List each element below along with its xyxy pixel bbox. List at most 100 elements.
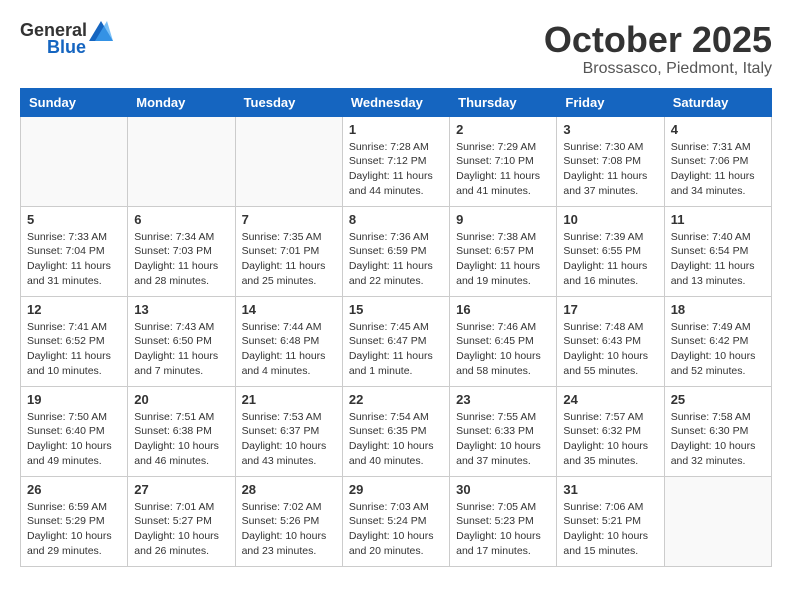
- week-row-4: 19Sunrise: 7:50 AMSunset: 6:40 PMDayligh…: [21, 386, 772, 476]
- day-info: Sunrise: 7:31 AMSunset: 7:06 PMDaylight:…: [671, 140, 765, 199]
- day-info: Sunrise: 7:34 AMSunset: 7:03 PMDaylight:…: [134, 230, 228, 289]
- day-number: 10: [563, 212, 657, 227]
- weekday-header-friday: Friday: [557, 88, 664, 116]
- day-info: Sunrise: 7:51 AMSunset: 6:38 PMDaylight:…: [134, 410, 228, 469]
- calendar-cell: 12 Sunrise: 7:41 AMSunset: 6:52 PMDayligh…: [21, 296, 128, 386]
- calendar-cell: 10 Sunrise: 7:39 AMSunset: 6:55 PMDayligh…: [557, 206, 664, 296]
- calendar-cell: 26 Sunrise: 6:59 AMSunset: 5:29 PMDayligh…: [21, 476, 128, 566]
- day-number: 2: [456, 122, 550, 137]
- calendar-cell: 5Sunrise: 7:33 AMSunset: 7:04 PMDaylight…: [21, 206, 128, 296]
- calendar-cell: 7 Sunrise: 7:35 AMSunset: 7:01 PMDaylight…: [235, 206, 342, 296]
- day-number: 13: [134, 302, 228, 317]
- calendar-cell: 8 Sunrise: 7:36 AMSunset: 6:59 PMDaylight…: [342, 206, 449, 296]
- calendar-cell: 23 Sunrise: 7:55 AMSunset: 6:33 PMDayligh…: [450, 386, 557, 476]
- calendar-cell: 22Sunrise: 7:54 AMSunset: 6:35 PMDayligh…: [342, 386, 449, 476]
- day-number: 6: [134, 212, 228, 227]
- calendar-cell: 24 Sunrise: 7:57 AMSunset: 6:32 PMDayligh…: [557, 386, 664, 476]
- day-info: Sunrise: 7:03 AMSunset: 5:24 PMDaylight:…: [349, 500, 443, 559]
- calendar-cell: 21 Sunrise: 7:53 AMSunset: 6:37 PMDayligh…: [235, 386, 342, 476]
- day-info: Sunrise: 7:55 AMSunset: 6:33 PMDaylight:…: [456, 410, 550, 469]
- day-number: 20: [134, 392, 228, 407]
- logo-icon: [89, 21, 113, 41]
- calendar-cell: 25 Sunrise: 7:58 AMSunset: 6:30 PMDayligh…: [664, 386, 771, 476]
- day-info: Sunrise: 7:29 AMSunset: 7:10 PMDaylight:…: [456, 140, 550, 199]
- page-header: General Blue October 2025 Brossasco, Pie…: [20, 20, 772, 78]
- day-info: Sunrise: 7:43 AMSunset: 6:50 PMDaylight:…: [134, 320, 228, 379]
- day-number: 9: [456, 212, 550, 227]
- day-info: Sunrise: 7:57 AMSunset: 6:32 PMDaylight:…: [563, 410, 657, 469]
- day-info: Sunrise: 7:06 AMSunset: 5:21 PMDaylight:…: [563, 500, 657, 559]
- day-info: Sunrise: 7:44 AMSunset: 6:48 PMDaylight:…: [242, 320, 336, 379]
- calendar-table: SundayMondayTuesdayWednesdayThursdayFrid…: [20, 88, 772, 567]
- location: Brossasco, Piedmont, Italy: [544, 60, 772, 78]
- day-info: Sunrise: 6:59 AMSunset: 5:29 PMDaylight:…: [27, 500, 121, 559]
- day-number: 27: [134, 482, 228, 497]
- day-number: 8: [349, 212, 443, 227]
- day-number: 18: [671, 302, 765, 317]
- day-info: Sunrise: 7:40 AMSunset: 6:54 PMDaylight:…: [671, 230, 765, 289]
- day-info: Sunrise: 7:41 AMSunset: 6:52 PMDaylight:…: [27, 320, 121, 379]
- day-info: Sunrise: 7:58 AMSunset: 6:30 PMDaylight:…: [671, 410, 765, 469]
- calendar-cell: 27 Sunrise: 7:01 AMSunset: 5:27 PMDayligh…: [128, 476, 235, 566]
- day-info: Sunrise: 7:45 AMSunset: 6:47 PMDaylight:…: [349, 320, 443, 379]
- calendar-cell: 31 Sunrise: 7:06 AMSunset: 5:21 PMDayligh…: [557, 476, 664, 566]
- calendar-cell: 13 Sunrise: 7:43 AMSunset: 6:50 PMDayligh…: [128, 296, 235, 386]
- day-info: Sunrise: 7:35 AMSunset: 7:01 PMDaylight:…: [242, 230, 336, 289]
- calendar-cell: [235, 116, 342, 206]
- day-number: 1: [349, 122, 443, 137]
- day-number: 16: [456, 302, 550, 317]
- week-row-2: 5Sunrise: 7:33 AMSunset: 7:04 PMDaylight…: [21, 206, 772, 296]
- day-info: Sunrise: 7:53 AMSunset: 6:37 PMDaylight:…: [242, 410, 336, 469]
- calendar-cell: 28Sunrise: 7:02 AMSunset: 5:26 PMDayligh…: [235, 476, 342, 566]
- day-number: 25: [671, 392, 765, 407]
- calendar-cell: 9 Sunrise: 7:38 AMSunset: 6:57 PMDaylight…: [450, 206, 557, 296]
- calendar-cell: 20 Sunrise: 7:51 AMSunset: 6:38 PMDayligh…: [128, 386, 235, 476]
- logo: General Blue: [20, 20, 113, 58]
- calendar-cell: 6 Sunrise: 7:34 AMSunset: 7:03 PMDaylight…: [128, 206, 235, 296]
- day-number: 26: [27, 482, 121, 497]
- day-info: Sunrise: 7:50 AMSunset: 6:40 PMDaylight:…: [27, 410, 121, 469]
- weekday-header-row: SundayMondayTuesdayWednesdayThursdayFrid…: [21, 88, 772, 116]
- week-row-3: 12 Sunrise: 7:41 AMSunset: 6:52 PMDayligh…: [21, 296, 772, 386]
- day-number: 11: [671, 212, 765, 227]
- weekday-header-sunday: Sunday: [21, 88, 128, 116]
- day-number: 29: [349, 482, 443, 497]
- day-number: 30: [456, 482, 550, 497]
- day-number: 31: [563, 482, 657, 497]
- calendar-cell: 4 Sunrise: 7:31 AMSunset: 7:06 PMDaylight…: [664, 116, 771, 206]
- calendar-cell: 15Sunrise: 7:45 AMSunset: 6:47 PMDayligh…: [342, 296, 449, 386]
- day-number: 14: [242, 302, 336, 317]
- calendar-cell: 3Sunrise: 7:30 AMSunset: 7:08 PMDaylight…: [557, 116, 664, 206]
- week-row-5: 26 Sunrise: 6:59 AMSunset: 5:29 PMDayligh…: [21, 476, 772, 566]
- calendar-cell: 29 Sunrise: 7:03 AMSunset: 5:24 PMDayligh…: [342, 476, 449, 566]
- day-info: Sunrise: 7:30 AMSunset: 7:08 PMDaylight:…: [563, 140, 657, 199]
- day-info: Sunrise: 7:05 AMSunset: 5:23 PMDaylight:…: [456, 500, 550, 559]
- calendar-cell: 14 Sunrise: 7:44 AMSunset: 6:48 PMDayligh…: [235, 296, 342, 386]
- day-number: 12: [27, 302, 121, 317]
- day-number: 4: [671, 122, 765, 137]
- day-number: 5: [27, 212, 121, 227]
- calendar-cell: [21, 116, 128, 206]
- logo-blue: Blue: [47, 37, 86, 58]
- month-title: October 2025: [544, 20, 772, 60]
- day-info: Sunrise: 7:39 AMSunset: 6:55 PMDaylight:…: [563, 230, 657, 289]
- calendar-cell: 11 Sunrise: 7:40 AMSunset: 6:54 PMDayligh…: [664, 206, 771, 296]
- calendar-cell: 16Sunrise: 7:46 AMSunset: 6:45 PMDayligh…: [450, 296, 557, 386]
- day-number: 23: [456, 392, 550, 407]
- day-info: Sunrise: 7:36 AMSunset: 6:59 PMDaylight:…: [349, 230, 443, 289]
- calendar-cell: 18 Sunrise: 7:49 AMSunset: 6:42 PMDayligh…: [664, 296, 771, 386]
- day-info: Sunrise: 7:02 AMSunset: 5:26 PMDaylight:…: [242, 500, 336, 559]
- day-number: 21: [242, 392, 336, 407]
- calendar-cell: 19Sunrise: 7:50 AMSunset: 6:40 PMDayligh…: [21, 386, 128, 476]
- day-number: 24: [563, 392, 657, 407]
- calendar-cell: 30 Sunrise: 7:05 AMSunset: 5:23 PMDayligh…: [450, 476, 557, 566]
- day-info: Sunrise: 7:28 AMSunset: 7:12 PMDaylight:…: [349, 140, 443, 199]
- calendar-cell: [664, 476, 771, 566]
- day-info: Sunrise: 7:38 AMSunset: 6:57 PMDaylight:…: [456, 230, 550, 289]
- day-number: 17: [563, 302, 657, 317]
- calendar-cell: [128, 116, 235, 206]
- day-info: Sunrise: 7:01 AMSunset: 5:27 PMDaylight:…: [134, 500, 228, 559]
- day-info: Sunrise: 7:49 AMSunset: 6:42 PMDaylight:…: [671, 320, 765, 379]
- day-number: 7: [242, 212, 336, 227]
- calendar-cell: 1 Sunrise: 7:28 AMSunset: 7:12 PMDaylight…: [342, 116, 449, 206]
